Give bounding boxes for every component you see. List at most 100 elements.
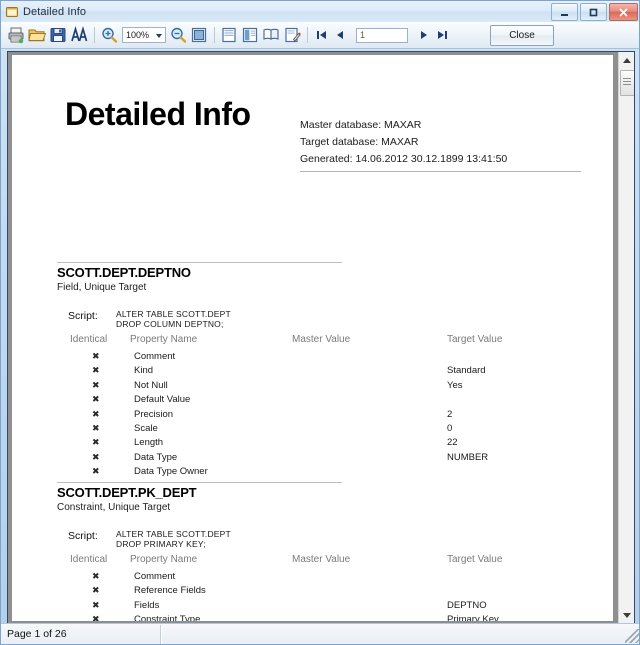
print-icon[interactable] (6, 25, 26, 45)
section-subtitle: Field, Unique Target (57, 282, 147, 293)
vertical-scrollbar[interactable] (618, 52, 634, 623)
column-header-property-name: Property Name (130, 554, 198, 565)
table-row: ✖ Data Type Owner (12, 466, 613, 480)
triangle-down-icon (622, 612, 631, 618)
book-view-icon[interactable] (261, 25, 281, 45)
script-label: Script: (68, 310, 98, 322)
fit-page-icon[interactable] (189, 25, 209, 45)
section-divider (57, 262, 342, 263)
scroll-up-button[interactable] (619, 52, 634, 68)
meta-master-database: Master database: MAXAR (300, 119, 422, 131)
identical-mark-icon: ✖ (92, 452, 100, 463)
property-name: Not Null (134, 379, 168, 391)
identical-mark-icon: ✖ (92, 438, 100, 449)
previous-page-button[interactable] (333, 26, 348, 44)
toolbar-separator (214, 27, 215, 43)
column-header-target-value: Target Value (447, 334, 503, 345)
target-value: Yes (447, 379, 463, 391)
close-window-button[interactable] (609, 3, 638, 21)
table-row: ✖ Kind Standard (12, 365, 613, 379)
table-row: ✖ Length 22 (12, 437, 613, 451)
title-bar[interactable]: Detailed Info (1, 1, 639, 23)
target-value: Standard (447, 365, 486, 377)
property-name: Comment (134, 571, 176, 582)
detailed-info-window: Detailed Info 100% 1 Close Detailed Info… (0, 0, 640, 645)
zoom-level-value: 100% (126, 30, 150, 40)
multi-page-icon[interactable] (240, 25, 260, 45)
close-button[interactable]: Close (490, 24, 554, 46)
identical-mark-icon: ✖ (92, 409, 100, 420)
edit-page-icon[interactable] (282, 25, 302, 45)
zoom-in-icon[interactable] (99, 25, 119, 45)
find-icon[interactable] (69, 25, 89, 45)
page-number-input[interactable]: 1 (356, 27, 408, 43)
first-page-button[interactable] (314, 26, 329, 44)
table-row: ✖ Reference Fields (12, 585, 613, 599)
meta-target-database: Target database: MAXAR (300, 136, 419, 148)
script-label: Script: (68, 530, 98, 542)
identical-mark-icon: ✖ (92, 380, 100, 391)
close-icon (610, 4, 637, 20)
property-name: Comment (134, 351, 176, 362)
identical-mark-icon: ✖ (92, 615, 100, 621)
target-value: Primary Key (447, 614, 499, 621)
table-row: ✖ Precision 2 (12, 409, 613, 423)
table-row: ✖ Comment (12, 571, 613, 585)
target-value: 22 (447, 437, 458, 449)
single-page-icon[interactable] (219, 25, 239, 45)
section-subtitle: Constraint, Unique Target (57, 502, 171, 513)
scrollbar-grip-icon (623, 78, 631, 86)
status-page-indicator: Page 1 of 26 (1, 624, 161, 644)
report-content: Detailed Info Master database: MAXAR Tar… (12, 55, 613, 621)
scrollbar-thumb[interactable] (620, 70, 634, 96)
identical-mark-icon: ✖ (92, 586, 100, 597)
identical-mark-icon: ✖ (92, 424, 100, 434)
window-title: Detailed Info (23, 5, 87, 18)
property-name: Precision (134, 408, 174, 420)
window-controls (551, 3, 638, 21)
property-name: Length (134, 437, 164, 449)
identical-mark-icon: ✖ (92, 467, 100, 478)
property-name: Constraint Type (134, 614, 201, 621)
page-title: Detailed Info (65, 96, 251, 132)
document-page: Detailed Info Master database: MAXAR Tar… (12, 55, 613, 621)
property-name: Reference Fields (134, 585, 206, 597)
identical-mark-icon: ✖ (92, 395, 100, 406)
zoom-level-combobox[interactable]: 100% (122, 27, 166, 43)
save-icon[interactable] (48, 25, 68, 45)
zoom-out-icon[interactable] (168, 25, 188, 45)
table-row: ✖ Data Type NUMBER (12, 452, 613, 466)
table-row: ✖ Scale 0 (12, 423, 613, 437)
property-name: Fields (134, 599, 160, 611)
open-folder-icon[interactable] (27, 25, 47, 45)
resize-grip-icon[interactable] (625, 629, 639, 643)
next-page-button[interactable] (416, 26, 431, 44)
identical-mark-icon: ✖ (92, 572, 100, 582)
section-title: SCOTT.DEPT.PK_DEPT (57, 485, 197, 500)
maximize-button[interactable] (580, 3, 607, 21)
table-row: ✖ Default Value (12, 394, 613, 408)
last-page-button[interactable] (435, 26, 450, 44)
script-text: ALTER TABLE SCOTT.DEPT DROP PRIMARY KEY; (116, 529, 231, 549)
meta-divider (300, 171, 581, 172)
scroll-down-button[interactable] (619, 607, 634, 623)
table-row: ✖ Comment (12, 351, 613, 365)
target-value: DEPTNO (447, 599, 487, 611)
property-name: Default Value (134, 394, 191, 406)
identical-mark-icon: ✖ (92, 352, 100, 362)
identical-mark-icon: ✖ (92, 600, 100, 611)
target-value: NUMBER (447, 451, 489, 463)
print-preview-area: Detailed Info Master database: MAXAR Tar… (7, 51, 635, 624)
table-row: ✖ Constraint Type Primary Key (12, 614, 613, 621)
app-window-icon (5, 5, 19, 19)
target-value: 2 (447, 408, 453, 420)
toolbar: 100% 1 Close (1, 22, 639, 49)
minimize-button[interactable] (551, 3, 578, 21)
report-meta: Master database: MAXAR Target database: … (300, 117, 590, 168)
property-name: Scale (134, 423, 158, 434)
minimize-icon (552, 4, 577, 20)
table-row: ✖ Not Null Yes (12, 380, 613, 394)
section-title: SCOTT.DEPT.DEPTNO (57, 265, 191, 280)
column-header-target-value: Target Value (447, 554, 503, 565)
meta-generated: Generated: 14.06.2012 30.12.1899 13:41:5… (300, 153, 508, 165)
